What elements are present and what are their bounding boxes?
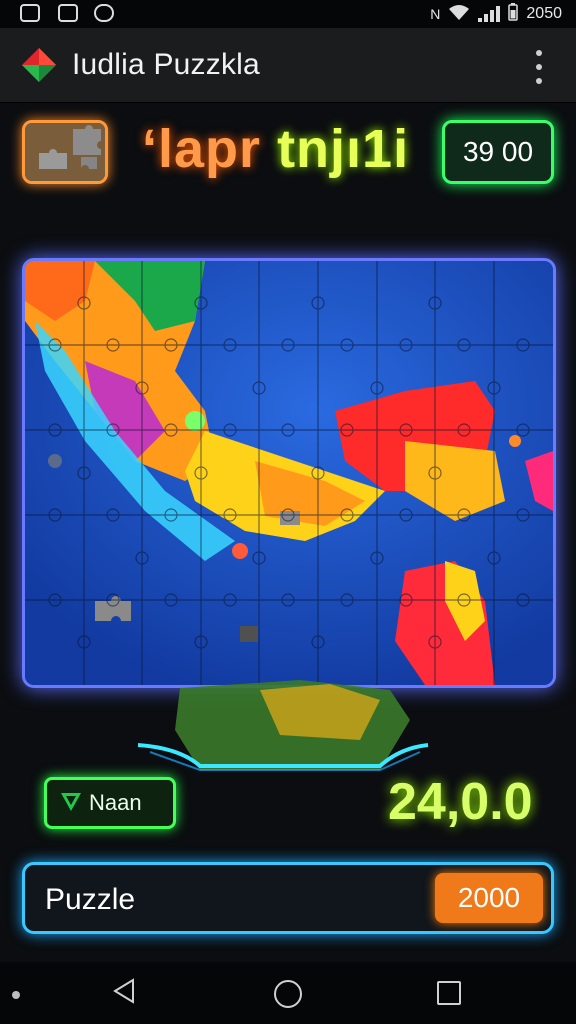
- more-vert-icon[interactable]: [528, 50, 550, 84]
- system-nav-bar: [0, 962, 576, 1024]
- status-time: 2050: [526, 5, 562, 22]
- app-bar: Iudlia Puzzkla: [0, 28, 576, 103]
- status-bar: N 2050: [0, 0, 576, 28]
- battery-icon: [508, 2, 519, 26]
- level-title-part1: ‘lapr: [142, 119, 262, 179]
- puzzle-bar[interactable]: Puzzle 2000: [22, 862, 554, 934]
- photo-icon: [20, 4, 40, 22]
- signal-icon: [478, 6, 501, 22]
- level-title: ‘lapr tnjı1i: [142, 118, 409, 180]
- app-logo-icon: [20, 46, 58, 84]
- recents-icon[interactable]: [437, 981, 461, 1005]
- name-button-label: Naan: [89, 790, 142, 815]
- name-button[interactable]: Naan: [44, 777, 176, 829]
- puzzle-thumbnail-button[interactable]: [22, 120, 108, 184]
- puzzle-map-image: [25, 261, 553, 685]
- puzzle-value-button[interactable]: 2000: [435, 873, 543, 923]
- download-icon: [94, 4, 114, 22]
- puzzle-pieces-icon: [25, 123, 105, 181]
- total-score: 24,0.0: [388, 773, 533, 831]
- wifi-icon: [448, 4, 470, 25]
- nfc-icon: N: [430, 6, 441, 22]
- nav-dot-icon: [12, 991, 20, 999]
- back-icon[interactable]: [112, 978, 136, 1009]
- image-icon: [58, 4, 78, 22]
- puzzle-board[interactable]: [22, 258, 556, 688]
- level-title-part2: tnjı1i: [277, 119, 410, 179]
- score-badge: 39 00: [442, 120, 554, 184]
- home-icon[interactable]: [274, 980, 302, 1008]
- app-title: Iudlia Puzzkla: [72, 48, 260, 81]
- puzzle-label: Puzzle: [45, 883, 136, 916]
- shield-icon: [59, 789, 83, 818]
